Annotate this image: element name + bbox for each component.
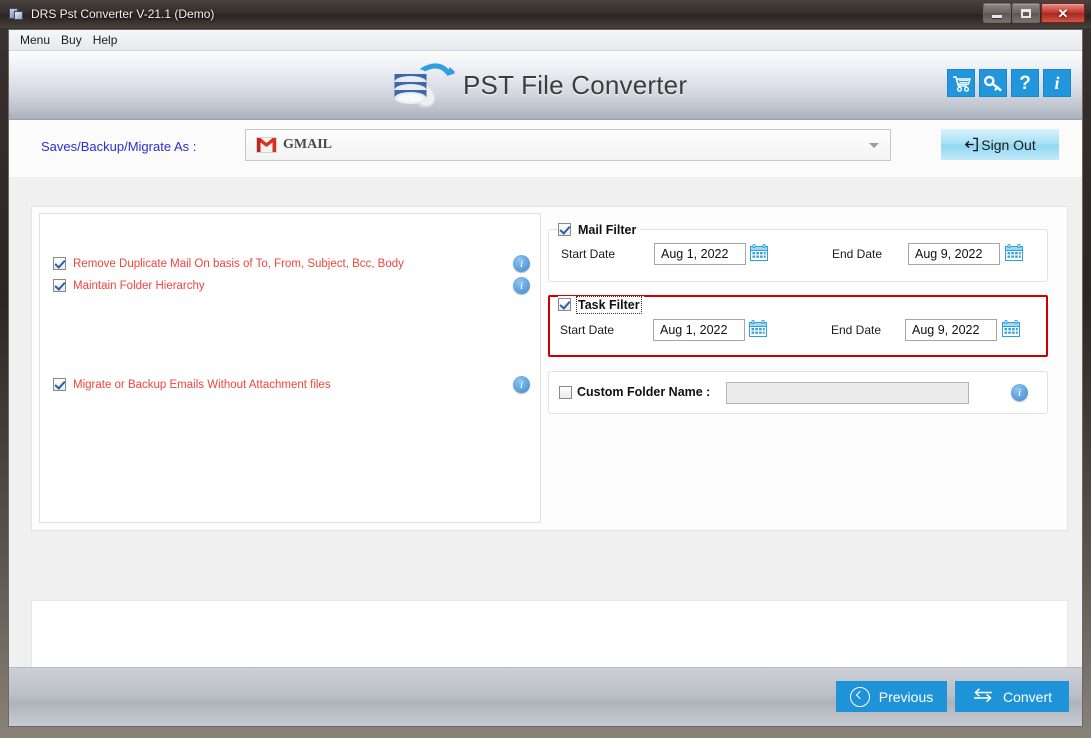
brand-title: PST File Converter	[462, 69, 688, 100]
menu-item-help[interactable]: Help	[89, 32, 125, 49]
mail-filter-end-date-input[interactable]: Aug 9, 2022	[908, 243, 1000, 265]
convert-button[interactable]: Convert	[955, 681, 1069, 712]
task-filter-start-date-label: Start Date	[560, 323, 615, 337]
without-attachments-info-icon[interactable]: i	[513, 376, 530, 393]
account-dropdown[interactable]: GMAIL	[245, 129, 891, 161]
remove-duplicates-checkbox[interactable]	[53, 257, 66, 270]
mail-filter-start-date-input[interactable]: Aug 1, 2022	[654, 243, 746, 265]
maintain-hierarchy-info-icon[interactable]: i	[513, 277, 530, 294]
title-bar: DRS Pst Converter V-21.1 (Demo) ✕	[0, 0, 1091, 28]
task-filter-header: Task Filter	[558, 295, 644, 314]
close-button[interactable]: ✕	[1041, 3, 1085, 23]
mail-filter-end-calendar-icon[interactable]	[1005, 244, 1023, 262]
account-selected-value: GMAIL	[283, 137, 332, 152]
window-controls: ✕	[983, 3, 1085, 23]
task-filter-start-date-input[interactable]: Aug 1, 2022	[653, 319, 745, 341]
help-icon[interactable]: ?	[1011, 69, 1039, 97]
menu-item-buy[interactable]: Buy	[57, 32, 89, 49]
task-filter-checkbox[interactable]	[558, 298, 571, 311]
without-attachments-label: Migrate or Backup Emails Without Attachm…	[73, 378, 331, 391]
mail-filter-block: Mail Filter Start Date Aug 1, 2022 End D…	[548, 221, 1048, 291]
application-window: DRS Pst Converter V-21.1 (Demo) ✕ Menu B…	[0, 0, 1091, 738]
minimize-button[interactable]	[983, 3, 1011, 23]
header-banner: PST File Converter ? i	[9, 51, 1082, 120]
menu-item-menu[interactable]: Menu	[16, 32, 57, 49]
option-remove-duplicates: Remove Duplicate Mail On basis of To, Fr…	[53, 255, 531, 272]
minimize-icon	[992, 15, 1002, 18]
custom-folder-input[interactable]	[726, 382, 969, 404]
key-icon[interactable]	[979, 69, 1007, 97]
mail-filter-label: Mail Filter	[578, 222, 637, 237]
convert-arrows-icon	[972, 687, 994, 706]
footer-bar: Previous Convert	[9, 667, 1082, 726]
close-icon: ✕	[1057, 5, 1069, 21]
remove-duplicates-info-icon[interactable]: i	[513, 255, 530, 272]
options-area: Remove Duplicate Mail On basis of To, Fr…	[31, 206, 1068, 531]
database-stack-icon	[392, 60, 456, 110]
task-filter-start-calendar-icon[interactable]	[749, 320, 767, 338]
task-filter-block: Task Filter Start Date Aug 1, 2022 End D…	[548, 294, 1048, 366]
help-glyph: ?	[1019, 72, 1031, 94]
mail-filter-checkbox[interactable]	[558, 223, 571, 236]
options-panel: Remove Duplicate Mail On basis of To, Fr…	[39, 213, 541, 523]
header-icon-bar: ? i	[947, 69, 1071, 97]
chevron-down-icon	[869, 143, 879, 148]
custom-folder-info-icon[interactable]: i	[1011, 384, 1028, 401]
save-as-label: Saves/Backup/Migrate As :	[41, 139, 197, 154]
maximize-icon	[1021, 8, 1031, 18]
window-title: DRS Pst Converter V-21.1 (Demo)	[31, 7, 215, 21]
maintain-hierarchy-label: Maintain Folder Hierarchy	[73, 279, 205, 292]
account-row: Saves/Backup/Migrate As : GMAIL Sign Out	[9, 120, 1082, 177]
task-filter-end-date-label: End Date	[831, 323, 882, 337]
custom-folder-label: Custom Folder Name :	[577, 385, 711, 399]
maximize-button[interactable]	[1012, 3, 1040, 23]
sign-out-button[interactable]: Sign Out	[941, 129, 1059, 160]
mail-filter-start-calendar-icon[interactable]	[750, 244, 768, 262]
info-glyph: i	[1054, 73, 1060, 93]
previous-label: Previous	[878, 688, 934, 705]
task-filter-end-date-input[interactable]: Aug 9, 2022	[905, 319, 997, 341]
previous-button[interactable]: Previous	[836, 681, 947, 712]
mail-filter-end-date-label: End Date	[832, 247, 883, 261]
task-filter-end-calendar-icon[interactable]	[1002, 320, 1020, 338]
custom-folder-checkbox[interactable]	[559, 386, 572, 399]
option-without-attachments: Migrate or Backup Emails Without Attachm…	[53, 376, 531, 393]
custom-folder-block: Custom Folder Name : i	[548, 371, 1048, 414]
mail-filter-start-date-label: Start Date	[561, 247, 616, 261]
remove-duplicates-label: Remove Duplicate Mail On basis of To, Fr…	[73, 257, 404, 270]
gmail-icon	[256, 137, 277, 153]
cart-icon[interactable]	[947, 69, 975, 97]
maintain-hierarchy-checkbox[interactable]	[53, 279, 66, 292]
client-area: Menu Buy Help PST File Converter ? i Sav…	[8, 29, 1083, 727]
sign-out-label: Sign Out	[981, 136, 1036, 153]
convert-label: Convert	[1002, 688, 1053, 705]
circle-chevron-left-icon	[849, 686, 870, 707]
mail-filter-header: Mail Filter	[558, 221, 641, 238]
filters-panel: Mail Filter Start Date Aug 1, 2022 End D…	[548, 213, 1062, 523]
option-maintain-hierarchy: Maintain Folder Hierarchy i	[53, 277, 531, 294]
info-icon[interactable]: i	[1043, 69, 1071, 97]
without-attachments-checkbox[interactable]	[53, 378, 66, 391]
app-window-icon	[8, 6, 24, 22]
menu-bar: Menu Buy Help	[9, 30, 1082, 51]
sign-out-icon	[965, 137, 979, 152]
brand: PST File Converter	[392, 60, 687, 110]
task-filter-label: Task Filter	[576, 295, 642, 314]
